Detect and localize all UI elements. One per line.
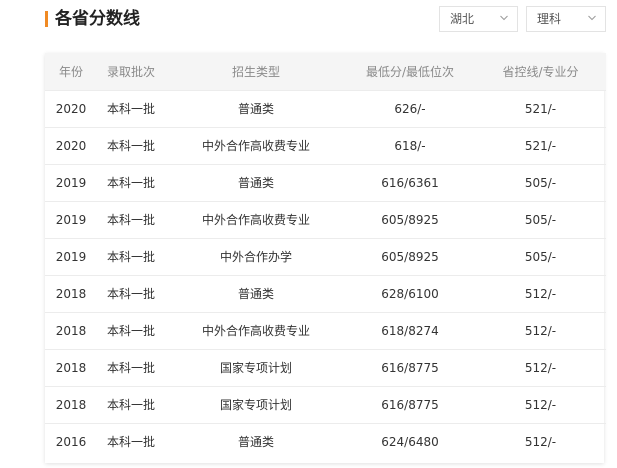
column-header-min-score: 最低分/最低位次	[365, 64, 455, 79]
cell-type: 国家专项计划	[219, 361, 292, 375]
subject-select[interactable]: 理科	[526, 6, 606, 32]
cell-year: 2019	[55, 212, 87, 227]
title-accent-bar	[45, 11, 48, 27]
cell-year: 2018	[55, 323, 87, 338]
chevron-down-icon	[500, 15, 508, 21]
cell-min-score: 626/-	[394, 101, 426, 116]
table-row: 2019 本科一批 普通类 616/6361 505/-	[45, 164, 606, 201]
cell-control-line: 521/-	[524, 101, 557, 116]
table-row: 2018 本科一批 普通类 628/6100 512/-	[45, 275, 606, 312]
cell-min-score: 605/8925	[381, 212, 439, 227]
cell-type: 普通类	[237, 102, 274, 116]
cell-min-score: 618/8274	[381, 323, 439, 338]
score-table: 年份 录取批次 招生类型 最低分/最低位次 省控线/专业分 2020 本科一批 …	[45, 53, 606, 460]
cell-batch: 本科一批	[106, 139, 155, 153]
cell-year: 2016	[55, 434, 87, 449]
cell-type: 普通类	[237, 176, 274, 190]
cell-batch: 本科一批	[106, 361, 155, 375]
cell-year: 2019	[55, 175, 87, 190]
column-header-control-line: 省控线/专业分	[502, 64, 579, 79]
table-row: 2018 本科一批 国家专项计划 616/8775 512/-	[45, 386, 606, 423]
subject-select-value: 理科	[537, 12, 562, 26]
province-select[interactable]: 湖北	[439, 6, 518, 32]
column-header-type: 招生类型	[231, 64, 280, 79]
cell-batch: 本科一批	[106, 102, 155, 116]
cell-control-line: 512/-	[524, 397, 557, 412]
cell-control-line: 521/-	[524, 138, 557, 153]
cell-min-score: 616/8775	[381, 397, 439, 412]
cell-control-line: 505/-	[524, 249, 557, 264]
cell-min-score: 624/6480	[381, 434, 439, 449]
table-row: 2019 本科一批 中外合作高收费专业 605/8925 505/-	[45, 201, 606, 238]
table-row: 2020 本科一批 普通类 626/- 521/-	[45, 90, 606, 127]
cell-batch: 本科一批	[106, 287, 155, 301]
province-select-value: 湖北	[450, 12, 475, 26]
cell-batch: 本科一批	[106, 435, 155, 450]
cell-control-line: 512/-	[524, 360, 557, 375]
cell-type: 普通类	[237, 435, 274, 450]
cell-control-line: 505/-	[524, 175, 557, 190]
cell-year: 2018	[55, 360, 87, 375]
cell-batch: 本科一批	[106, 176, 155, 190]
cell-min-score: 605/8925	[381, 249, 439, 264]
cell-control-line: 505/-	[524, 212, 557, 227]
cell-min-score: 628/6100	[381, 286, 439, 301]
cell-type: 国家专项计划	[219, 398, 292, 412]
section-header: 各省分数线 湖北 理科	[0, 0, 617, 40]
cell-type: 中外合作高收费专业	[201, 139, 310, 153]
cell-year: 2018	[55, 286, 87, 301]
column-header-year: 年份	[58, 64, 83, 79]
cell-type: 普通类	[237, 287, 274, 301]
cell-batch: 本科一批	[106, 398, 155, 412]
cell-type: 中外合作高收费专业	[201, 213, 310, 227]
column-header-batch: 录取批次	[106, 64, 155, 79]
cell-year: 2019	[55, 249, 87, 264]
cell-control-line: 512/-	[524, 286, 557, 301]
cell-batch: 本科一批	[106, 324, 155, 338]
cell-year: 2020	[55, 101, 87, 116]
table-row: 2016 本科一批 普通类 624/6480 512/-	[45, 423, 606, 460]
table-row: 2020 本科一批 中外合作高收费专业 618/- 521/-	[45, 127, 606, 164]
cell-year: 2020	[55, 138, 87, 153]
table-row: 2019 本科一批 中外合作办学 605/8925 505/-	[45, 238, 606, 275]
cell-control-line: 512/-	[524, 434, 557, 449]
cell-min-score: 616/8775	[381, 360, 439, 375]
cell-control-line: 512/-	[524, 323, 557, 338]
table-row: 2018 本科一批 国家专项计划 616/8775 512/-	[45, 349, 606, 386]
table-row: 2018 本科一批 中外合作高收费专业 618/8274 512/-	[45, 312, 606, 349]
cell-type: 中外合作高收费专业	[201, 324, 310, 338]
cell-batch: 本科一批	[106, 213, 155, 227]
cell-year: 2018	[55, 397, 87, 412]
chevron-down-icon	[588, 15, 596, 21]
page-title: 各省分数线	[55, 9, 140, 29]
cell-min-score: 616/6361	[381, 175, 439, 190]
cell-type: 中外合作办学	[219, 250, 292, 264]
table-header-row: 年份 录取批次 招生类型 最低分/最低位次 省控线/专业分	[45, 53, 606, 90]
cell-batch: 本科一批	[106, 250, 155, 264]
score-table-card: 年份 录取批次 招生类型 最低分/最低位次 省控线/专业分 2020 本科一批 …	[45, 53, 606, 463]
cell-min-score: 618/-	[394, 138, 426, 153]
